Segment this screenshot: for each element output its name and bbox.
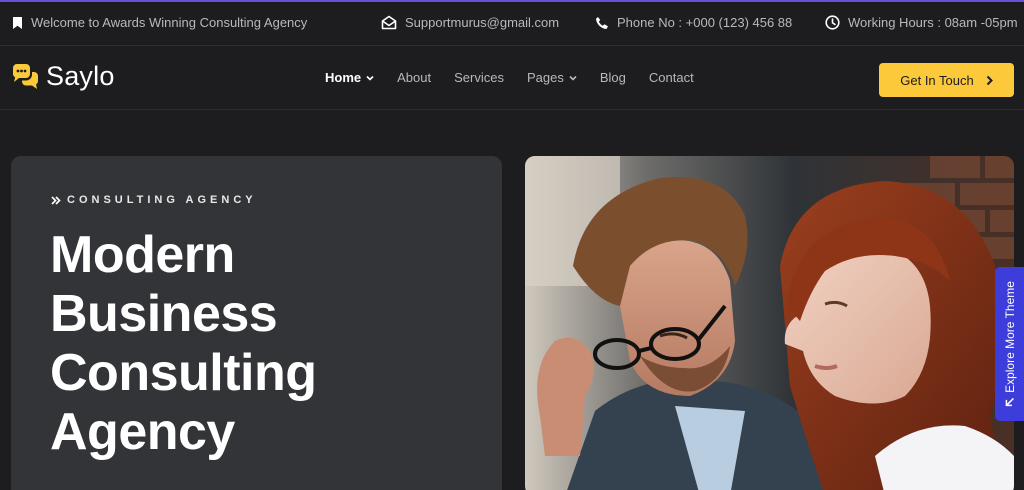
hero-title-line: Consulting <box>50 344 317 402</box>
nav-item-about[interactable]: About <box>397 70 431 85</box>
nav-label-services[interactable]: Services <box>454 70 504 85</box>
email-text[interactable]: Supportmurus@gmail.com <box>405 15 559 30</box>
consultants-photo-illustration <box>525 156 1014 490</box>
logo[interactable]: Saylo <box>11 61 115 92</box>
phone-icon <box>596 16 608 29</box>
nav-label-about[interactable]: About <box>397 70 431 85</box>
brand-name[interactable]: Saylo <box>46 61 115 92</box>
top-info-bar: Welcome to Awards Winning Consulting Age… <box>0 0 1024 46</box>
eyebrow-text: CONSULTING AGENCY <box>67 194 257 206</box>
email-contact[interactable]: Supportmurus@gmail.com <box>381 15 559 30</box>
arrow-up-left-icon <box>1005 397 1014 407</box>
nav-label-contact[interactable]: Contact <box>649 70 694 85</box>
get-in-touch-button[interactable]: Get In Touch <box>879 63 1014 97</box>
phone-contact[interactable]: Phone No : +000 (123) 456 88 <box>595 15 792 30</box>
side-tab-content[interactable]: Explore More Theme <box>1003 281 1017 407</box>
hero-title-line: Agency <box>50 403 235 461</box>
hero-title-line: Business <box>50 285 278 343</box>
nav-item-pages[interactable]: Pages <box>527 70 577 85</box>
chevron-right-icon <box>986 75 993 85</box>
nav-item-services[interactable]: Services <box>454 70 504 85</box>
double-chevron-icon <box>51 195 61 205</box>
hero-title: Modern Business Consulting Agency <box>50 226 470 462</box>
nav-item-contact[interactable]: Contact <box>649 70 694 85</box>
clock-icon <box>825 15 840 30</box>
nav-item-blog[interactable]: Blog <box>600 70 626 85</box>
nav-menu: Home About Services Pages Blog Contact <box>325 70 717 85</box>
welcome-message: Welcome to Awards Winning Consulting Age… <box>12 15 307 30</box>
hero-title-line: Modern <box>50 226 235 284</box>
bookmark-icon <box>13 16 22 29</box>
side-tab-label[interactable]: Explore More Theme <box>1003 281 1017 393</box>
explore-more-theme-tab[interactable]: Explore More Theme <box>995 267 1024 421</box>
working-hours: Working Hours : 08am -05pm <box>825 15 1018 30</box>
hours-text: Working Hours : 08am -05pm <box>848 15 1018 30</box>
main-navbar: Saylo Home About Services Pages Blog Con… <box>0 47 1024 110</box>
nav-label-home[interactable]: Home <box>325 70 361 85</box>
nav-label-blog[interactable]: Blog <box>600 70 626 85</box>
hero-photo <box>525 156 1014 490</box>
chat-bubbles-icon <box>13 63 38 89</box>
hero-text-card: CONSULTING AGENCY Modern Business Consul… <box>11 156 502 490</box>
welcome-text: Welcome to Awards Winning Consulting Age… <box>31 15 308 30</box>
mail-icon <box>381 15 397 30</box>
cta-label: Get In Touch <box>900 72 974 88</box>
chevron-down-icon <box>366 75 374 81</box>
nav-item-home[interactable]: Home <box>325 70 374 85</box>
phone-text[interactable]: Phone No : +000 (123) 456 88 <box>617 15 792 30</box>
chevron-down-icon <box>569 75 577 81</box>
nav-label-pages[interactable]: Pages <box>527 70 564 85</box>
hero-eyebrow: CONSULTING AGENCY <box>51 194 257 206</box>
